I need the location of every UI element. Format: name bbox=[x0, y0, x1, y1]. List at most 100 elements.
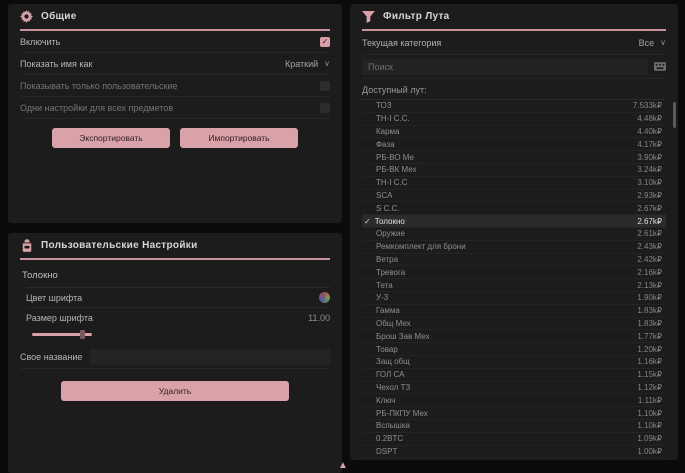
custom-name-label: Свое название bbox=[20, 352, 82, 362]
list-item[interactable]: ✓Тета 2.13k₽ bbox=[362, 279, 666, 292]
loot-panel-title: Фильтр Лута bbox=[383, 11, 450, 22]
list-item[interactable]: ✓SCA 2.93k₽ bbox=[362, 190, 666, 203]
item-name: 0.2BTC bbox=[376, 434, 403, 443]
setting-row-enable: Включить ✓ bbox=[20, 31, 330, 53]
item-name: Толокно bbox=[375, 217, 405, 226]
loot-list: ✓ТОЗ 7.533k₽ ✓ТН-І С.С. 4.48k₽ ✓Карма 4.… bbox=[362, 99, 666, 458]
list-item[interactable]: ✓Общ Мех 1.83k₽ bbox=[362, 318, 666, 331]
list-item[interactable]: ✓РБ-ВК Мех 3.24k₽ bbox=[362, 164, 666, 177]
font-size-row: Размер шрифта 11.00 bbox=[26, 308, 330, 328]
list-item[interactable]: ✓0.2BTC 1.09k₽ bbox=[362, 433, 666, 446]
search-row bbox=[362, 55, 666, 79]
list-item[interactable]: ✓Брош Зав Мех 1.77k₽ bbox=[362, 330, 666, 343]
item-value: 1.16k₽ bbox=[637, 357, 662, 366]
list-item[interactable]: ✓У-3 1.90k₽ bbox=[362, 292, 666, 305]
font-size-label: Размер шрифта bbox=[26, 313, 93, 323]
item-value: 1.10k₽ bbox=[637, 409, 662, 418]
category-label: Текущая категория bbox=[362, 38, 441, 48]
color-picker-icon[interactable] bbox=[319, 292, 330, 303]
available-loot-label: Доступный лут: bbox=[362, 85, 666, 95]
list-item[interactable]: ✓Защ общ 1.16k₽ bbox=[362, 356, 666, 369]
item-name: РБ-ПКПУ Мех bbox=[376, 409, 428, 418]
gear-icon bbox=[20, 10, 33, 23]
list-item[interactable]: ✓ТН-І С.С. 4.48k₽ bbox=[362, 113, 666, 126]
only-custom-checkbox[interactable] bbox=[320, 81, 330, 91]
item-name: Ремкомплект для брони bbox=[376, 242, 466, 251]
only-custom-label: Показывать только пользовательские bbox=[20, 81, 178, 91]
item-name: РБ-ВК Мех bbox=[376, 165, 417, 174]
chevron-down-icon: ∨ bbox=[324, 59, 330, 68]
item-name: Общ Мех bbox=[376, 319, 411, 328]
item-name: Оружие bbox=[376, 229, 405, 238]
item-value: 1.83k₽ bbox=[637, 319, 662, 328]
chevron-down-icon: ∨ bbox=[660, 38, 666, 47]
list-item[interactable]: ✓Тревога 2.16k₽ bbox=[362, 266, 666, 279]
name-mode-value: Краткий bbox=[285, 59, 318, 69]
same-settings-checkbox[interactable] bbox=[320, 103, 330, 113]
item-name: РБ-ВО Ме bbox=[376, 153, 414, 162]
list-item[interactable]: ✓Гамма 1.83k₽ bbox=[362, 305, 666, 318]
item-value: 1.15k₽ bbox=[637, 370, 662, 379]
font-size-slider[interactable] bbox=[32, 329, 330, 339]
list-item[interactable]: ✓ТН-І С.С 3.10k₽ bbox=[362, 177, 666, 190]
item-value: 1.09k₽ bbox=[637, 434, 662, 443]
list-item[interactable]: ✓Чехол ТЗ 1.12k₽ bbox=[362, 382, 666, 395]
scrollbar-handle[interactable] bbox=[673, 102, 676, 128]
list-item[interactable]: ✓DSPT 1.00k₽ bbox=[362, 446, 666, 459]
list-item[interactable]: ✓Ключ 1.11k₽ bbox=[362, 394, 666, 407]
font-size-value: 11.00 bbox=[308, 313, 330, 323]
item-name: У-3 bbox=[376, 293, 388, 302]
custom-name-input[interactable] bbox=[90, 349, 330, 365]
item-value: 1.10k₽ bbox=[637, 421, 662, 430]
list-item[interactable]: ✓Оружие 2.61k₽ bbox=[362, 228, 666, 241]
list-item[interactable]: ✓Ремкомплект для брони 2.43k₽ bbox=[362, 241, 666, 254]
list-item[interactable]: ✓ТОЗ 7.533k₽ bbox=[362, 100, 666, 113]
list-item[interactable]: ✓РБ-ВО Ме 3.90k₽ bbox=[362, 151, 666, 164]
item-value: 2.16k₽ bbox=[637, 268, 662, 277]
item-name: Вспышка bbox=[376, 421, 410, 430]
loot-scrollbar[interactable] bbox=[673, 100, 676, 456]
same-settings-label: Одни настройки для всех предметов bbox=[20, 103, 173, 113]
item-name: Ветра bbox=[376, 255, 398, 264]
delete-button[interactable]: Удалить bbox=[61, 381, 289, 401]
list-item[interactable]: ✓РБ-ПКПУ Мех 1.10k₽ bbox=[362, 407, 666, 420]
item-value: 2.43k₽ bbox=[637, 242, 662, 251]
delete-wrap: Удалить bbox=[20, 381, 330, 401]
item-value: 1.00k₽ bbox=[637, 447, 662, 456]
list-item[interactable]: ✓Ветра 2.42k₽ bbox=[362, 254, 666, 267]
resize-handle-icon[interactable]: ▲ bbox=[337, 460, 349, 472]
item-name: S С.С. bbox=[376, 204, 400, 213]
list-item[interactable]: ✓Фаза 4.17k₽ bbox=[362, 138, 666, 151]
item-value: 1.11k₽ bbox=[638, 396, 662, 405]
item-value: 3.10k₽ bbox=[637, 178, 662, 187]
list-item[interactable]: ✓Карма 4.40k₽ bbox=[362, 126, 666, 139]
slider-handle[interactable] bbox=[80, 330, 85, 339]
item-name: ГОЛ СА bbox=[376, 370, 404, 379]
search-input[interactable] bbox=[362, 59, 648, 75]
list-item[interactable]: ✓Товар 1.20k₽ bbox=[362, 343, 666, 356]
item-value: 2.67k₽ bbox=[637, 204, 662, 213]
keyboard-icon[interactable] bbox=[654, 62, 666, 71]
list-item[interactable]: ✓Толокно 2.67k₽ bbox=[362, 215, 666, 228]
item-value: 1.20k₽ bbox=[637, 345, 662, 354]
item-value: 2.67k₽ bbox=[637, 217, 662, 226]
item-name: Тета bbox=[376, 281, 393, 290]
item-name: Товар bbox=[376, 345, 398, 354]
item-name: Ключ bbox=[376, 396, 395, 405]
name-mode-dropdown[interactable]: Краткий ∨ bbox=[285, 59, 330, 69]
list-item[interactable]: ✓Вспышка 1.10k₽ bbox=[362, 420, 666, 433]
list-item[interactable]: ✓S С.С. 2.67k₽ bbox=[362, 202, 666, 215]
item-name: Защ общ bbox=[376, 357, 410, 366]
category-dropdown[interactable]: Все ∨ bbox=[639, 38, 666, 48]
import-button[interactable]: Импортировать bbox=[180, 128, 298, 148]
enable-checkbox[interactable]: ✓ bbox=[320, 37, 330, 47]
item-value: 1.83k₽ bbox=[637, 306, 662, 315]
item-name: SCA bbox=[376, 191, 392, 200]
list-item[interactable]: ✓ГОЛ СА 1.15k₽ bbox=[362, 369, 666, 382]
backpack-icon bbox=[20, 239, 33, 252]
export-button[interactable]: Экспортировать bbox=[52, 128, 170, 148]
name-mode-label: Показать имя как bbox=[20, 59, 92, 69]
item-name: ТН-І С.С bbox=[376, 178, 408, 187]
item-name: Брош Зав Мех bbox=[376, 332, 430, 341]
general-panel-title: Общие bbox=[41, 11, 77, 22]
